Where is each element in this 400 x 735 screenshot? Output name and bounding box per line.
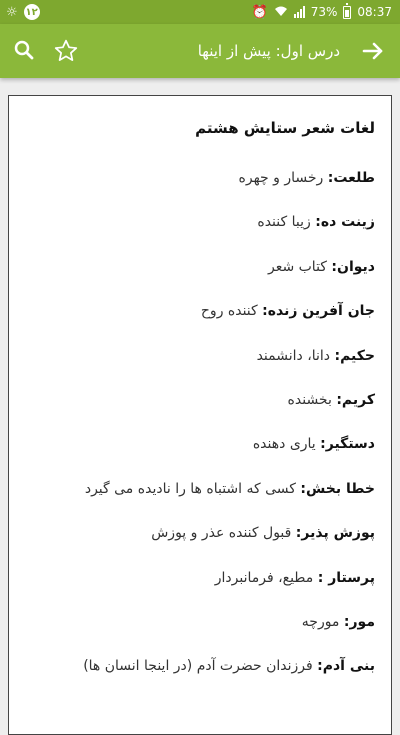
vocab-definition: قبول کننده عذر و پوزش	[151, 525, 296, 542]
vocab-entry: بنی آدم: فرزندان حضرت آدم (در اینجا انسا…	[21, 644, 375, 688]
battery-icon	[343, 3, 352, 19]
status-time: 08:37	[357, 5, 392, 19]
vocab-term: پرستار :	[317, 569, 375, 586]
status-left: ☼ ۱۲	[6, 4, 40, 20]
lesson-content: لغات شعر ستایش هشتم طلعت: رخسار و چهره ز…	[9, 96, 391, 733]
vocab-definition: بخشنده	[287, 391, 337, 408]
vocab-definition: کتاب شعر	[267, 258, 332, 275]
page-title: درس اول: پیش از اینها	[197, 42, 340, 60]
vocab-entry: زینت ده: زیبا کننده	[21, 200, 375, 244]
vocab-term: دستگیر:	[320, 436, 375, 453]
vocab-entry: دستگیر: یاری دهنده	[21, 422, 375, 466]
notification-badge: ۱۲	[23, 4, 40, 20]
vocab-entry: حکیم: دانا، دانشمند	[21, 334, 375, 378]
vocab-definition: یاری دهنده	[252, 436, 321, 453]
vocab-definition: فرزندان حضرت آدم (در اینجا انسان ها)	[83, 658, 318, 675]
vocab-entry: خطا بخش: کسی که اشتباه ها را نادیده می گ…	[21, 467, 375, 511]
vocab-term: بنی آدم:	[317, 658, 375, 675]
vocab-definition: دانا، دانشمند	[256, 347, 335, 364]
vocab-entry: دیوان: کتاب شعر	[21, 245, 375, 289]
lesson-content-card[interactable]: لغات شعر ستایش هشتم طلعت: رخسار و چهره ز…	[8, 95, 392, 735]
back-arrow-icon[interactable]	[360, 38, 386, 64]
vocab-term: مور:	[343, 613, 375, 630]
status-bar: ☼ ۱۲ ⏰ 73% 08:37	[0, 0, 400, 24]
vocab-term: زینت ده:	[315, 214, 375, 231]
wifi-icon	[274, 5, 288, 20]
vocab-entry: مور: مورچه	[21, 600, 375, 644]
vocab-definition: مورچه	[301, 613, 344, 630]
star-outline-icon[interactable]	[52, 37, 80, 65]
vocabulary-heading: لغات شعر ستایش هشتم	[195, 119, 375, 137]
vocab-entry: جان آفرین زنده: کننده روح	[21, 289, 375, 333]
vocab-term: پوزش پذیر:	[295, 525, 375, 542]
vocab-entry: پرستار : مطیع، فرمانبردار	[21, 556, 375, 600]
app-bar: درس اول: پیش از اینها	[0, 24, 400, 78]
vocab-term: طلعت:	[327, 170, 375, 186]
search-icon[interactable]	[12, 38, 36, 62]
vocab-entry: کریم: بخشنده	[21, 378, 375, 422]
vocab-term: کریم:	[336, 391, 375, 408]
vocab-term: دیوان:	[331, 258, 375, 275]
vocab-definition: زیبا کننده	[257, 214, 316, 231]
vocab-definition: کسی که اشتباه ها را نادیده می گیرد	[84, 480, 301, 497]
battery-percent: 73%	[310, 5, 338, 19]
vocab-entry: پوزش پذیر: قبول کننده عذر و پوزش	[21, 511, 375, 555]
status-right: ⏰ 73% 08:37	[251, 3, 392, 20]
alarm-icon: ⏰	[251, 4, 268, 20]
vocab-definition: مطیع، فرمانبردار	[214, 569, 318, 586]
vocab-term: جان آفرین زنده:	[262, 303, 375, 320]
signal-icon	[293, 6, 305, 18]
vocab-term: حکیم:	[334, 347, 375, 364]
vocab-definition: رخسار و چهره	[238, 170, 328, 186]
vocab-entry: طلعت: رخسار و چهره	[21, 156, 375, 200]
sun-icon: ☼	[6, 4, 18, 20]
vocab-term: خطا بخش:	[300, 480, 375, 497]
vocab-definition: کننده روح	[200, 303, 263, 320]
